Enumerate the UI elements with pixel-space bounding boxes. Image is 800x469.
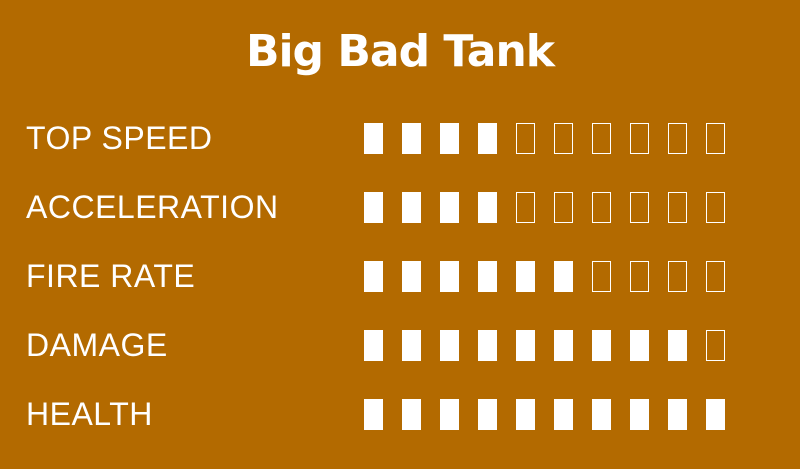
stat-pip-empty <box>706 123 725 154</box>
stat-pip-empty <box>516 123 535 154</box>
stat-row-health: HEALTH <box>26 380 746 449</box>
stat-pip-empty <box>706 330 725 361</box>
stat-row-acceleration: ACCELERATION <box>26 173 746 242</box>
stat-pip-empty <box>554 123 573 154</box>
stat-pip-filled <box>402 399 421 430</box>
stat-pip-filled <box>592 330 611 361</box>
stat-pip-filled <box>402 261 421 292</box>
vehicle-title: Big Bad Tank <box>245 26 555 77</box>
stat-pip-filled <box>554 261 573 292</box>
stat-pip-filled <box>706 399 725 430</box>
stat-label: TOP SPEED <box>26 120 213 156</box>
stat-pip-empty <box>706 192 725 223</box>
stat-label: ACCELERATION <box>26 189 279 225</box>
stat-pip-filled <box>364 261 383 292</box>
stat-pip-filled <box>668 399 687 430</box>
stat-pip-filled <box>478 399 497 430</box>
stat-meter <box>364 399 725 430</box>
stat-label: HEALTH <box>26 396 153 432</box>
stat-pip-empty <box>592 192 611 223</box>
stat-meter <box>364 123 725 154</box>
stat-pip-empty <box>592 123 611 154</box>
stat-pip-filled <box>630 330 649 361</box>
stat-pip-filled <box>364 123 383 154</box>
stat-pip-filled <box>402 330 421 361</box>
tank-stats-card: Big Bad Tank TOP SPEED ACCELERATION FIRE… <box>0 0 800 469</box>
stat-pip-filled <box>402 123 421 154</box>
stat-row-top-speed: TOP SPEED <box>26 104 746 173</box>
stat-pip-empty <box>668 261 687 292</box>
stat-pip-filled <box>402 192 421 223</box>
stats-list: TOP SPEED ACCELERATION FIRE RATE DAMAGE … <box>26 104 746 449</box>
stat-pip-filled <box>668 330 687 361</box>
stat-pip-filled <box>478 123 497 154</box>
stat-meter <box>364 261 725 292</box>
stat-label: DAMAGE <box>26 327 168 363</box>
stat-pip-filled <box>440 192 459 223</box>
stat-pip-empty <box>554 192 573 223</box>
stat-pip-empty <box>706 261 725 292</box>
stat-pip-filled <box>364 192 383 223</box>
stat-pip-empty <box>630 261 649 292</box>
stat-pip-empty <box>630 123 649 154</box>
stat-pip-filled <box>440 399 459 430</box>
stat-pip-empty <box>516 192 535 223</box>
stat-pip-filled <box>478 330 497 361</box>
stat-label: FIRE RATE <box>26 258 196 294</box>
stat-pip-filled <box>516 330 535 361</box>
stat-pip-empty <box>592 261 611 292</box>
stat-pip-empty <box>668 192 687 223</box>
stat-row-damage: DAMAGE <box>26 311 746 380</box>
stat-meter <box>364 330 725 361</box>
stat-meter <box>364 192 725 223</box>
stat-pip-filled <box>516 399 535 430</box>
stat-pip-filled <box>630 399 649 430</box>
stat-row-fire-rate: FIRE RATE <box>26 242 746 311</box>
stat-pip-filled <box>364 330 383 361</box>
stat-pip-filled <box>478 192 497 223</box>
stat-pip-empty <box>630 192 649 223</box>
stat-pip-filled <box>440 123 459 154</box>
stat-pip-filled <box>554 399 573 430</box>
stat-pip-filled <box>364 399 383 430</box>
stat-pip-filled <box>554 330 573 361</box>
stat-pip-filled <box>592 399 611 430</box>
stat-pip-filled <box>516 261 535 292</box>
stat-pip-filled <box>440 261 459 292</box>
stat-pip-empty <box>668 123 687 154</box>
stat-pip-filled <box>478 261 497 292</box>
stat-pip-filled <box>440 330 459 361</box>
